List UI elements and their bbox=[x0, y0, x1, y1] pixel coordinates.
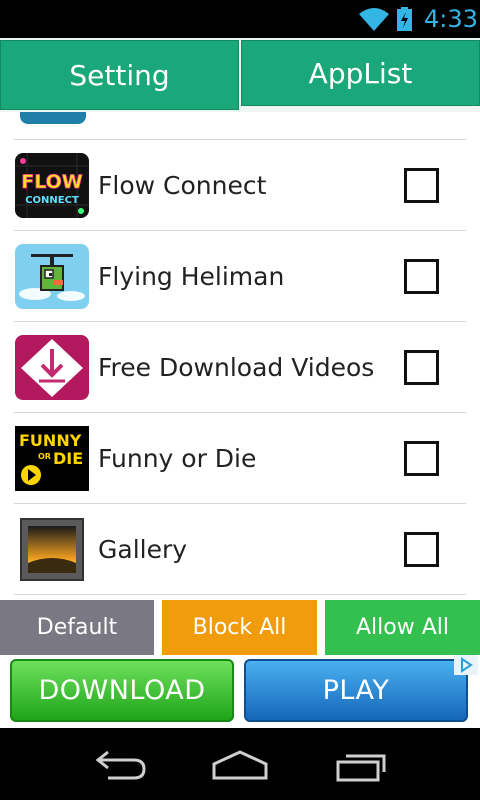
list-item-flow-connect[interactable]: FLOW CONNECT Flow Connect bbox=[0, 140, 480, 231]
status-bar: 4:33 bbox=[0, 0, 480, 38]
list-divider bbox=[14, 594, 466, 595]
tab-setting[interactable]: Setting bbox=[0, 40, 239, 110]
app-name: Flying Heliman bbox=[98, 262, 285, 291]
funny-or-die-icon: FUNNY OR DIE bbox=[15, 426, 89, 491]
funny-icon-text-line1: FUNNY bbox=[19, 431, 82, 450]
app-name: Gallery bbox=[98, 535, 188, 564]
block-all-button[interactable]: Block All bbox=[162, 600, 317, 655]
partial-app-icon bbox=[20, 112, 86, 124]
app-checkbox[interactable] bbox=[404, 168, 439, 203]
free-download-videos-icon bbox=[15, 335, 89, 400]
allow-all-button-label: Allow All bbox=[356, 615, 449, 640]
action-bar: Default Block All Allow All bbox=[0, 600, 480, 655]
app-name: Flow Connect bbox=[98, 171, 267, 200]
app-checkbox[interactable] bbox=[404, 350, 439, 385]
tab-applist-label: AppList bbox=[308, 56, 413, 90]
ad-banner[interactable]: DOWNLOAD PLAY bbox=[0, 655, 480, 728]
back-icon[interactable] bbox=[90, 748, 150, 782]
app-checkbox[interactable] bbox=[404, 441, 439, 476]
ad-download-label: DOWNLOAD bbox=[38, 675, 206, 706]
block-all-button-label: Block All bbox=[192, 615, 287, 640]
ad-play-button[interactable]: PLAY bbox=[244, 659, 468, 722]
adchoices-icon[interactable] bbox=[454, 655, 478, 675]
tab-setting-label: Setting bbox=[69, 58, 170, 92]
home-icon[interactable] bbox=[210, 748, 270, 782]
flow-icon-text-line2: CONNECT bbox=[25, 195, 79, 206]
list-item-funny-or-die[interactable]: FUNNY OR DIE Funny or Die bbox=[0, 413, 480, 504]
funny-icon-text-line2: DIE bbox=[53, 449, 83, 468]
status-time: 4:33 bbox=[424, 5, 478, 33]
default-button[interactable]: Default bbox=[0, 600, 154, 655]
ad-play-label: PLAY bbox=[322, 675, 390, 706]
tab-bar: Setting AppList bbox=[0, 38, 480, 148]
list-item-free-download-videos[interactable]: Free Download Videos bbox=[0, 322, 480, 413]
flow-icon-text-line1: FLOW bbox=[21, 171, 83, 193]
wifi-icon bbox=[359, 8, 389, 31]
app-name: Funny or Die bbox=[98, 444, 257, 473]
allow-all-button[interactable]: Allow All bbox=[325, 600, 480, 655]
default-button-label: Default bbox=[36, 615, 118, 640]
list-item-gallery[interactable]: Gallery bbox=[0, 504, 480, 595]
tab-applist[interactable]: AppList bbox=[241, 40, 480, 106]
app-checkbox[interactable] bbox=[404, 259, 439, 294]
app-checkbox[interactable] bbox=[404, 532, 439, 567]
navigation-bar bbox=[0, 728, 480, 800]
gallery-icon bbox=[15, 517, 89, 582]
app-name: Free Download Videos bbox=[98, 353, 375, 382]
battery-charging-icon bbox=[397, 7, 412, 31]
funny-icon-text-or: OR bbox=[38, 452, 51, 461]
flow-connect-icon: FLOW CONNECT bbox=[15, 153, 89, 218]
ad-download-button[interactable]: DOWNLOAD bbox=[10, 659, 234, 722]
app-list[interactable]: FLOW CONNECT Flow Connect Flying Heliman bbox=[0, 112, 480, 600]
flying-heliman-icon bbox=[15, 244, 89, 309]
list-item-flying-heliman[interactable]: Flying Heliman bbox=[0, 231, 480, 322]
recent-apps-icon[interactable] bbox=[330, 748, 390, 782]
